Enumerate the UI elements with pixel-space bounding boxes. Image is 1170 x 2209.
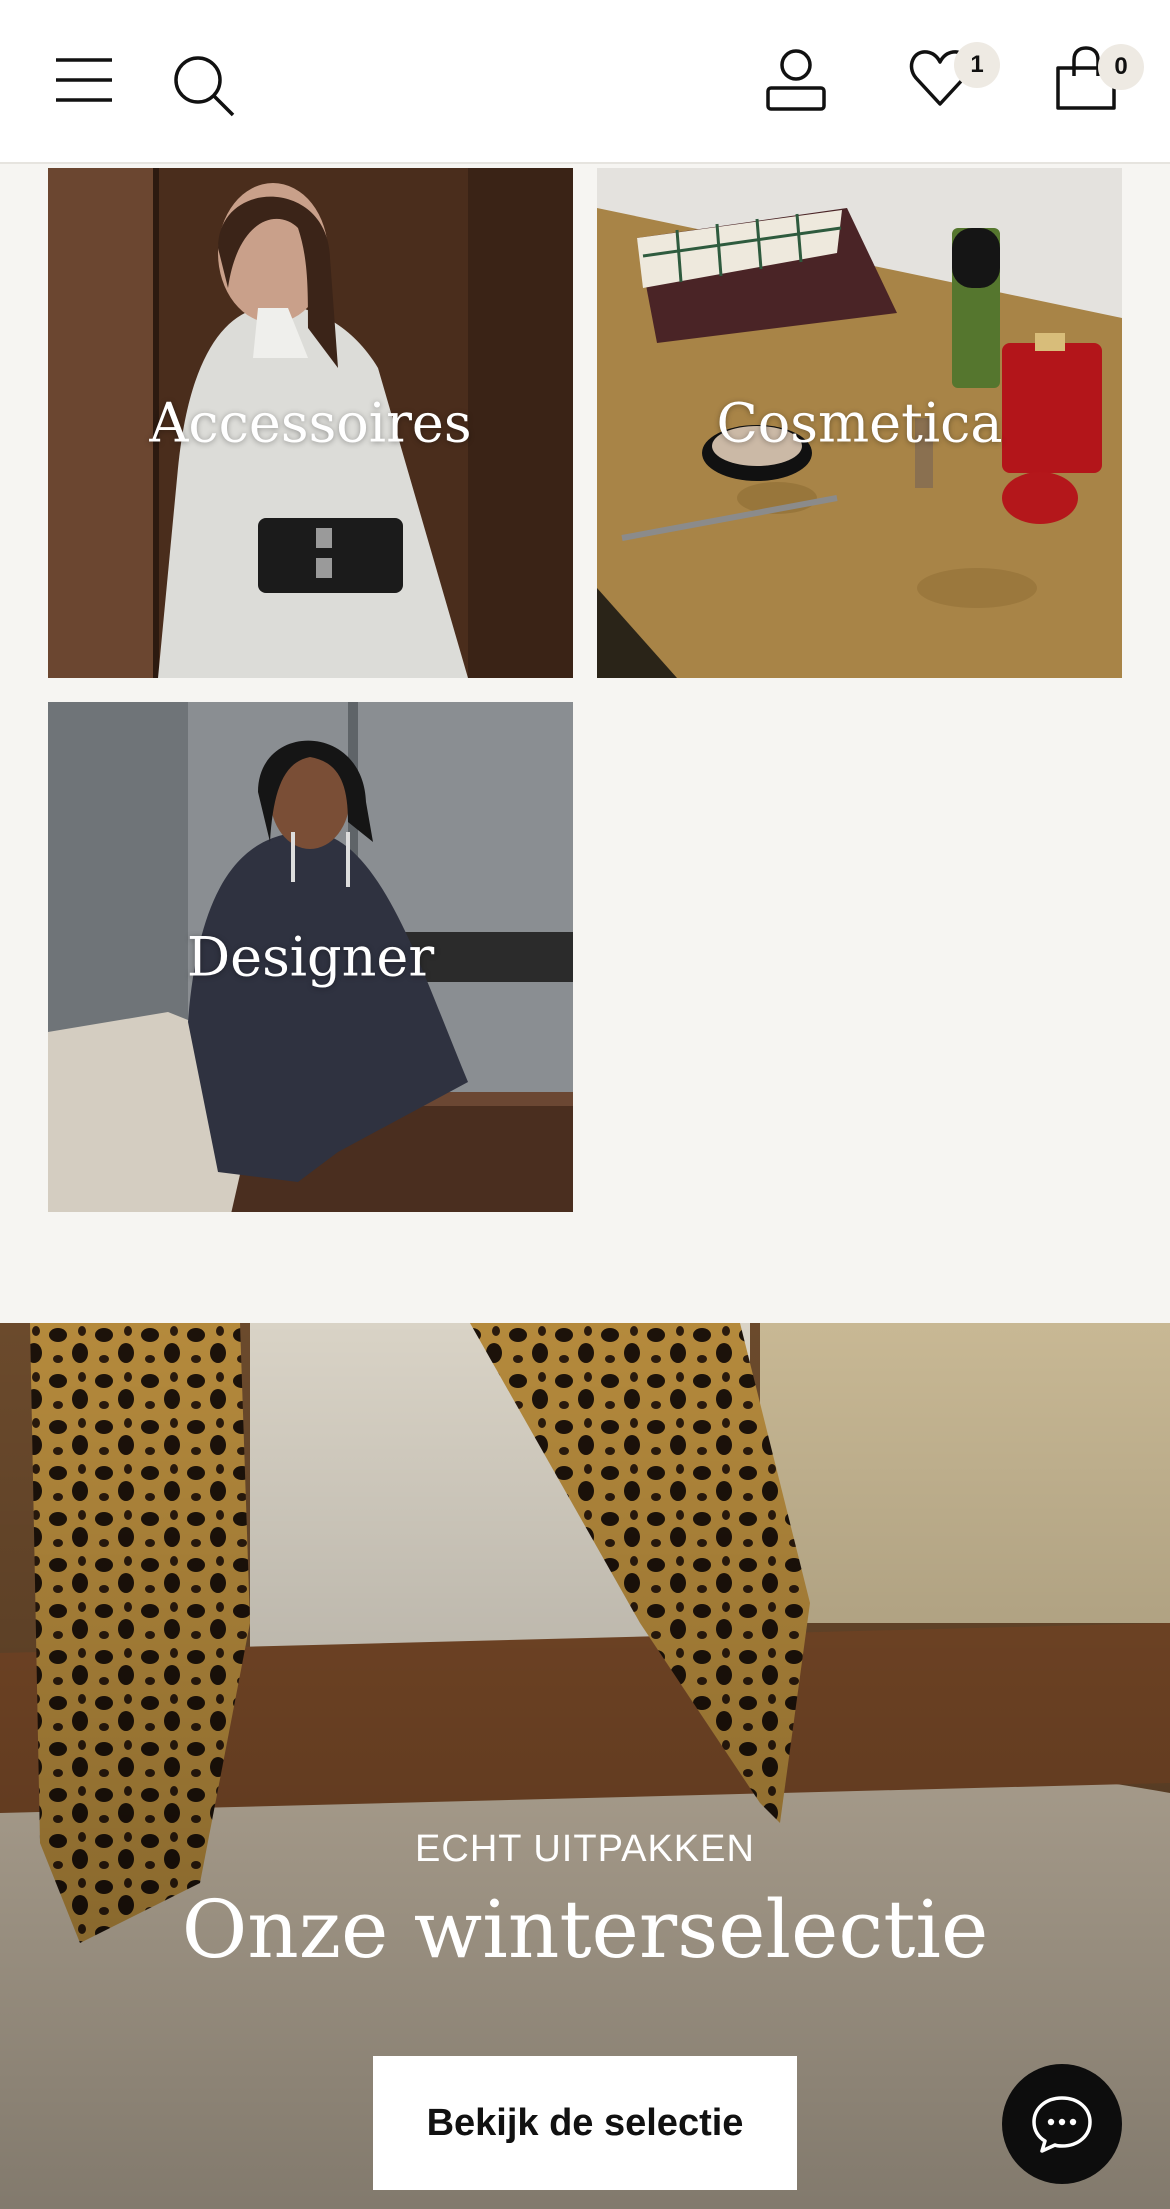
- promo-title: Onze winterselectie: [181, 1883, 989, 1976]
- site-header: 1 0: [0, 0, 1170, 164]
- tile-label: Accessoires: [149, 391, 472, 455]
- search-button[interactable]: [172, 54, 236, 118]
- menu-icon: [56, 58, 112, 102]
- tile-label: Designer: [186, 925, 435, 989]
- wishlist-count-badge: 1: [954, 42, 1000, 88]
- promo-banner: ECHT UITPAKKEN Onze winterselectie Bekij…: [0, 1323, 1170, 2209]
- menu-button[interactable]: [54, 56, 114, 104]
- category-tile-cosmetica[interactable]: Cosmetica: [597, 168, 1122, 678]
- promo-eyebrow: ECHT UITPAKKEN: [415, 1828, 755, 1870]
- chat-icon: [1032, 2096, 1092, 2153]
- chat-button[interactable]: [1002, 2064, 1122, 2184]
- category-tile-designer[interactable]: Designer: [48, 702, 573, 1212]
- cart-count-badge: 0: [1098, 44, 1144, 90]
- account-button[interactable]: [764, 48, 828, 112]
- wishlist-button[interactable]: 1: [908, 42, 1000, 110]
- account-icon: [766, 49, 826, 111]
- cart-button[interactable]: 0: [1054, 44, 1144, 112]
- view-selection-button[interactable]: Bekijk de selectie: [373, 2056, 797, 2190]
- tile-label: Cosmetica: [716, 391, 1003, 455]
- category-tile-accessoires[interactable]: Accessoires: [48, 168, 573, 678]
- search-icon: [174, 56, 235, 117]
